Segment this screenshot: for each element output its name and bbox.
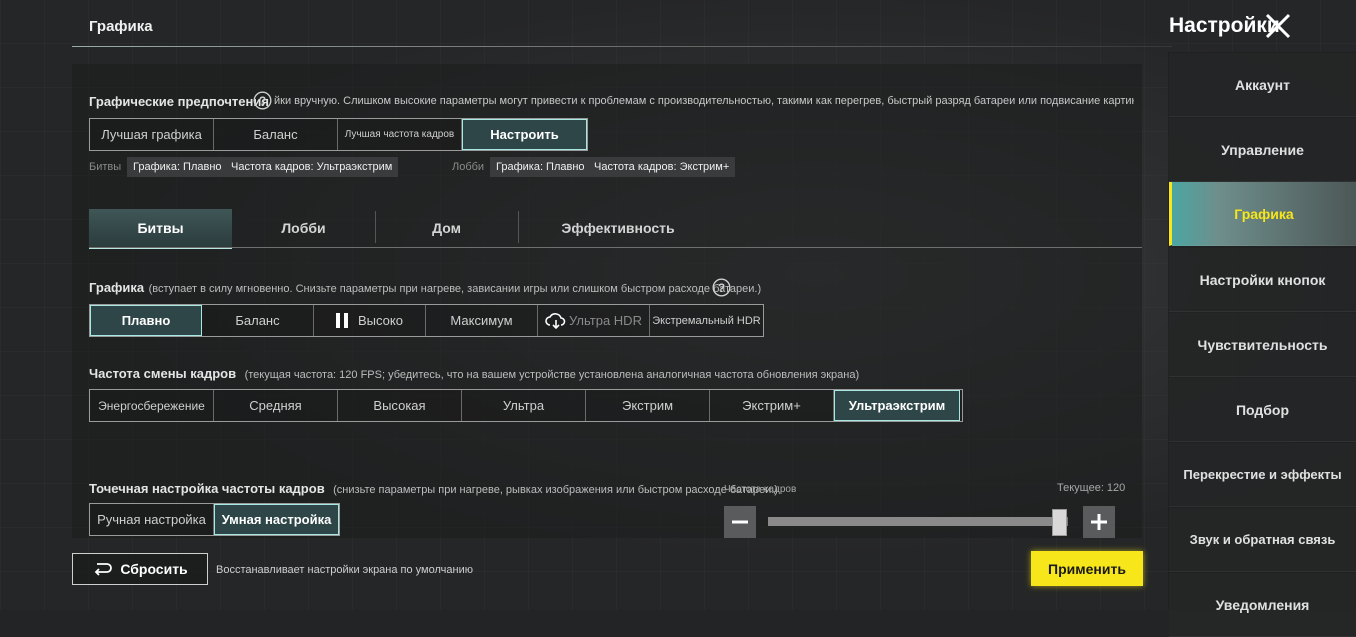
fine-fps-hint: (снизьте параметры при нагреве, рывках и… xyxy=(333,484,778,496)
graphics-help-icon[interactable]: ? xyxy=(712,278,731,297)
graphics-hint: (вступает в силу мгновенно. Снизьте пара… xyxy=(148,283,762,295)
sidebar-item-sensitivity[interactable]: Чувствительность xyxy=(1169,313,1356,377)
graphics-option-high-label: Высоко xyxy=(358,313,403,328)
tab-efficiency[interactable]: Эффективность xyxy=(518,209,718,247)
preferences-hint: йки вручную. Слишком высокие параметры м… xyxy=(274,95,1134,107)
graphics-option-ultra-hdr[interactable]: Ультра HDR xyxy=(538,305,650,336)
reset-button[interactable]: Сбросить xyxy=(72,553,208,585)
reset-hint: Восстанавливает настройки экрана по умол… xyxy=(216,564,473,576)
fine-fps-option-smart[interactable]: Умная настройка xyxy=(214,504,339,535)
plus-icon xyxy=(1091,514,1107,530)
pref-option-best-fps[interactable]: Лучшая частота кадров xyxy=(338,119,462,150)
pause-icon xyxy=(336,313,349,328)
fps-label: Частота смены кадров xyxy=(89,366,237,381)
help-icon[interactable]: ? xyxy=(253,91,272,110)
page-title: Графика xyxy=(89,18,153,35)
fps-option-high[interactable]: Высокая xyxy=(338,390,462,421)
tab-battles[interactable]: Битвы xyxy=(89,209,232,249)
graphics-option-high[interactable]: Высоко xyxy=(314,305,426,336)
graphics-option-ultra-hdr-label: Ультра HDR xyxy=(569,313,642,328)
fps-hint: (текущая частота: 120 FPS; убедитесь, чт… xyxy=(244,369,860,381)
graphics-quality-selector: Плавно Баланс Высоко Максимум Ультра HDR… xyxy=(89,304,764,337)
pref-option-balance[interactable]: Баланс xyxy=(214,119,338,150)
battles-summary-label: Битвы xyxy=(89,161,122,173)
graphics-option-max[interactable]: Максимум xyxy=(426,305,538,336)
battles-graphics-tag: Графика: Плавно xyxy=(127,157,228,177)
close-icon xyxy=(1265,13,1291,39)
fine-fps-heading: Точечная настройка частоты кадров (снизь… xyxy=(89,480,778,498)
fps-slider-thumb[interactable] xyxy=(1052,509,1068,536)
sidebar-item-controls[interactable]: Управление xyxy=(1169,118,1356,182)
graphics-option-extreme-hdr[interactable]: Экстремальный HDR xyxy=(650,305,763,336)
undo-icon xyxy=(92,562,113,576)
fine-fps-mode-selector: Ручная настройка Умная настройка xyxy=(89,503,340,536)
sidebar-item-sound-feedback[interactable]: Звук и обратная связь xyxy=(1169,508,1356,572)
fps-option-extreme[interactable]: Экстрим xyxy=(586,390,710,421)
header-divider xyxy=(72,46,1172,47)
fps-option-ultra[interactable]: Ультра xyxy=(462,390,586,421)
lobby-fps-tag: Частота кадров: Экстрим+ xyxy=(588,157,736,177)
sidebar-item-graphics[interactable]: Графика xyxy=(1169,182,1356,246)
minus-icon xyxy=(732,520,748,524)
slider-label: Частота кадров xyxy=(724,484,797,495)
cloud-download-icon xyxy=(545,312,567,329)
svg-text:?: ? xyxy=(259,94,266,108)
lobby-graphics-tag: Графика: Плавно xyxy=(490,157,591,177)
plus-button[interactable] xyxy=(1083,506,1115,538)
sidebar-item-button-settings[interactable]: Настройки кнопок xyxy=(1169,248,1356,312)
fps-option-power-saving[interactable]: Энергосбережение xyxy=(90,390,214,421)
fps-option-extreme-plus[interactable]: Экстрим+ xyxy=(710,390,834,421)
mode-tabs: Битвы Лобби Дом Эффективность xyxy=(89,209,1142,249)
battles-fps-tag: Частота кадров: Ультраэкстрим xyxy=(225,157,399,177)
graphics-option-smooth[interactable]: Плавно xyxy=(90,305,202,336)
fine-fps-option-manual[interactable]: Ручная настройка xyxy=(90,504,214,535)
tab-lobby[interactable]: Лобби xyxy=(232,209,375,247)
pref-option-custom[interactable]: Настроить xyxy=(462,119,587,150)
graphics-heading: Графика (вступает в силу мгновенно. Сниз… xyxy=(89,279,761,297)
tab-home[interactable]: Дом xyxy=(375,209,518,247)
close-button[interactable] xyxy=(1262,10,1294,42)
sidebar-item-account[interactable]: Аккаунт xyxy=(1169,53,1356,117)
minus-button[interactable] xyxy=(724,506,756,538)
sidebar-item-notifications[interactable]: Уведомления xyxy=(1169,573,1356,637)
fps-slider-fill xyxy=(768,517,1053,526)
reset-label: Сбросить xyxy=(120,561,188,577)
graphics-option-balance[interactable]: Баланс xyxy=(202,305,314,336)
preferences-selector: Лучшая графика Баланс Лучшая частота кад… xyxy=(89,118,588,151)
svg-text:?: ? xyxy=(718,281,725,295)
fps-selector: Энергосбережение Средняя Высокая Ультра … xyxy=(89,389,963,422)
tabs-divider xyxy=(89,247,1142,248)
pref-option-best-graphics[interactable]: Лучшая графика xyxy=(90,119,214,150)
fps-option-ultra-extreme[interactable]: Ультраэкстрим xyxy=(834,390,960,421)
apply-button[interactable]: Применить xyxy=(1031,551,1143,586)
sidebar-item-matchmaking[interactable]: Подбор xyxy=(1169,378,1356,442)
graphics-label: Графика xyxy=(89,280,145,295)
preferences-label: Графические предпочтения xyxy=(89,94,269,109)
sidebar-item-crosshair-effects[interactable]: Перекрестие и эффекты xyxy=(1169,443,1356,507)
fps-option-medium[interactable]: Средняя xyxy=(214,390,338,421)
slider-current-value: Текущее: 120 xyxy=(1057,482,1126,494)
fine-fps-label: Точечная настройка частоты кадров xyxy=(89,481,325,496)
fps-heading: Частота смены кадров (текущая частота: 1… xyxy=(89,365,859,383)
lobby-summary-label: Лобби xyxy=(452,161,485,173)
